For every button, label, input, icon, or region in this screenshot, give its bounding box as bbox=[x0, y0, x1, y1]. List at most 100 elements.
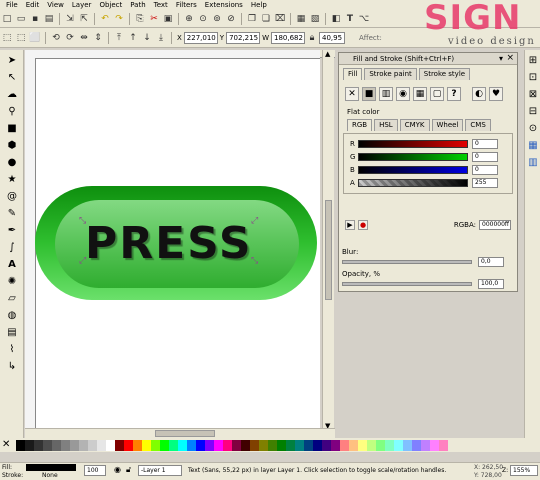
group-icon[interactable]: ▦ bbox=[295, 13, 307, 25]
dropper-icon[interactable]: ⌇ bbox=[5, 342, 19, 356]
lower-icon[interactable]: ↓ bbox=[141, 32, 153, 44]
flat-color-icon[interactable]: ■ bbox=[362, 87, 376, 101]
palette-swatch[interactable] bbox=[106, 439, 115, 451]
canvas-area[interactable]: PRESS ⤡ ⤢ ⤢ ⤡ bbox=[25, 50, 320, 430]
raise-icon[interactable]: ↑ bbox=[127, 32, 139, 44]
stroke-value[interactable]: None bbox=[42, 472, 58, 479]
palette-swatch[interactable] bbox=[178, 439, 187, 451]
linear-gradient-icon[interactable]: ▥ bbox=[379, 87, 393, 101]
palette-swatch[interactable] bbox=[205, 439, 214, 451]
palette-swatch[interactable] bbox=[331, 439, 340, 451]
gradient-icon[interactable]: ▤ bbox=[5, 325, 19, 339]
slider-r-value[interactable]: 0 bbox=[472, 139, 498, 149]
snap-toggle-icon[interactable]: ⊞ bbox=[526, 53, 540, 67]
fill-swatch[interactable] bbox=[26, 464, 76, 471]
palette-swatch[interactable] bbox=[25, 439, 34, 451]
spiral-icon[interactable]: @ bbox=[5, 189, 19, 203]
blur-value[interactable]: 0,0 bbox=[478, 257, 504, 267]
zoom-drawing-icon[interactable]: ⊙ bbox=[197, 13, 209, 25]
menu-extensions[interactable]: Extensions bbox=[201, 0, 247, 10]
tab-stroke-style[interactable]: Stroke style bbox=[418, 68, 471, 80]
export-icon[interactable]: ⇱ bbox=[78, 13, 90, 25]
press-text[interactable]: PRESS bbox=[85, 218, 253, 269]
vertical-scrollbar[interactable]: ▲ ▼ bbox=[322, 50, 334, 435]
zoom-width-icon[interactable]: ⊘ bbox=[225, 13, 237, 25]
scale-handle-bl[interactable]: ⤢ bbox=[79, 256, 86, 266]
palette-swatch[interactable] bbox=[79, 439, 88, 451]
pattern-icon[interactable]: ▦ bbox=[413, 87, 427, 101]
swatch-icon[interactable]: ▢ bbox=[430, 87, 444, 101]
slider-g-value[interactable]: 0 bbox=[472, 152, 498, 162]
palette-swatch[interactable] bbox=[367, 439, 376, 451]
palette-swatch[interactable] bbox=[70, 439, 79, 451]
scale-handle-tr[interactable]: ⤢ bbox=[251, 216, 258, 226]
y-field[interactable]: 702,215 bbox=[226, 31, 261, 44]
snap-grid-icon[interactable]: ▦ bbox=[526, 138, 540, 152]
palette-swatch[interactable] bbox=[124, 439, 133, 451]
slider-b-value[interactable]: 0 bbox=[472, 165, 498, 175]
rotate-cw-icon[interactable]: ⟳ bbox=[64, 32, 76, 44]
tab-wheel[interactable]: Wheel bbox=[431, 119, 464, 131]
snap-nodes-icon[interactable]: ⊠ bbox=[526, 87, 540, 101]
opacity-value[interactable]: 100,0 bbox=[478, 279, 504, 289]
palette-swatch[interactable] bbox=[385, 439, 394, 451]
horizontal-scroll-thumb[interactable] bbox=[155, 430, 215, 437]
palette-swatch[interactable] bbox=[115, 439, 124, 451]
palette-swatch[interactable] bbox=[88, 439, 97, 451]
node-icon[interactable]: ↖ bbox=[5, 70, 19, 84]
no-paint-icon[interactable]: ✕ bbox=[345, 87, 359, 101]
palette-swatch[interactable] bbox=[268, 439, 277, 451]
snap-guide-icon[interactable]: ▥ bbox=[526, 155, 540, 169]
opacity-slider[interactable] bbox=[342, 282, 472, 286]
slider-a-value[interactable]: 255 bbox=[472, 178, 498, 188]
menu-object[interactable]: Object bbox=[95, 0, 126, 10]
palette-swatch[interactable] bbox=[376, 439, 385, 451]
palette-swatch[interactable] bbox=[97, 439, 106, 451]
palette-swatch[interactable] bbox=[421, 439, 430, 451]
zoom-icon[interactable]: ⚲ bbox=[5, 104, 19, 118]
palette-swatch[interactable] bbox=[169, 439, 178, 451]
text-font-icon[interactable]: T bbox=[344, 13, 356, 25]
spray-icon[interactable]: ✺ bbox=[5, 274, 19, 288]
palette-swatch[interactable] bbox=[250, 439, 259, 451]
palette-swatch[interactable] bbox=[223, 439, 232, 451]
snap-path-icon[interactable]: ⊟ bbox=[526, 104, 540, 118]
snap-center-icon[interactable]: ⊙ bbox=[526, 121, 540, 135]
palette-swatch[interactable] bbox=[439, 439, 448, 451]
new-icon[interactable]: □ bbox=[1, 13, 13, 25]
rotate-ccw-icon[interactable]: ⟲ bbox=[50, 32, 62, 44]
callig-icon[interactable]: ∫ bbox=[5, 240, 19, 254]
pen-icon[interactable]: ✒ bbox=[5, 223, 19, 237]
raise-top-icon[interactable]: ⤒ bbox=[113, 32, 125, 44]
rgba-field[interactable]: 000000ff bbox=[479, 220, 511, 230]
palette-swatch[interactable] bbox=[286, 439, 295, 451]
palette-swatch[interactable] bbox=[151, 439, 160, 451]
menu-text[interactable]: Text bbox=[150, 0, 172, 10]
menu-layer[interactable]: Layer bbox=[68, 0, 96, 10]
print-icon[interactable]: ▤ bbox=[43, 13, 55, 25]
tab-stroke-paint[interactable]: Stroke paint bbox=[364, 68, 417, 80]
tab-fill[interactable]: Fill bbox=[343, 68, 363, 80]
palette-swatch[interactable] bbox=[358, 439, 367, 451]
deselect-icon[interactable]: ⬜ bbox=[29, 32, 41, 44]
redo-icon[interactable]: ↷ bbox=[113, 13, 125, 25]
slider-b-bar[interactable] bbox=[358, 166, 468, 174]
palette-swatch[interactable] bbox=[61, 439, 70, 451]
cms-icon[interactable]: ● bbox=[358, 220, 368, 230]
fill-stroke-icon[interactable]: ◧ bbox=[330, 13, 342, 25]
palette-swatch[interactable] bbox=[430, 439, 439, 451]
palette-swatch[interactable] bbox=[340, 439, 349, 451]
palette-swatch[interactable] bbox=[196, 439, 205, 451]
dialog-close-icon[interactable]: × bbox=[506, 53, 514, 63]
ellipse-icon[interactable]: ● bbox=[5, 155, 19, 169]
palette-swatch[interactable] bbox=[142, 439, 151, 451]
duplicate-icon[interactable]: ❐ bbox=[246, 13, 258, 25]
palette-swatch[interactable] bbox=[16, 439, 25, 451]
palette-swatch[interactable] bbox=[412, 439, 421, 451]
no-color-icon[interactable]: ✕ bbox=[2, 439, 10, 450]
text-icon[interactable]: A bbox=[5, 257, 19, 271]
tab-cms[interactable]: CMS bbox=[465, 119, 491, 131]
x-field[interactable]: 227,010 bbox=[183, 31, 218, 44]
palette-swatch[interactable] bbox=[43, 439, 52, 451]
cut-icon[interactable]: ✂ bbox=[148, 13, 160, 25]
